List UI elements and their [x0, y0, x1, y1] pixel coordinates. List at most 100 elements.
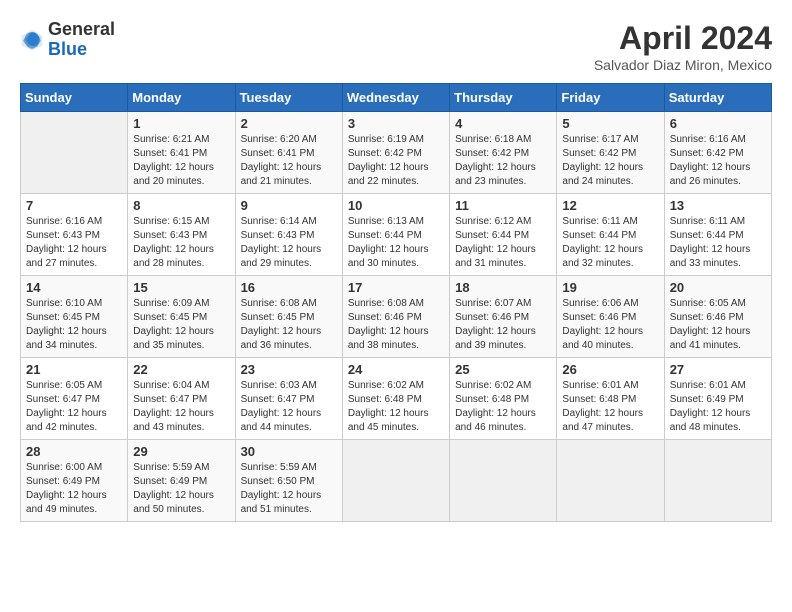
day-info: Sunrise: 6:00 AMSunset: 6:49 PMDaylight:… [26, 461, 122, 517]
day-info: Sunrise: 6:02 AMSunset: 6:48 PMDaylight:… [348, 379, 444, 435]
calendar-week-3: 14 Sunrise: 6:10 AMSunset: 6:45 PMDayligh… [21, 276, 772, 358]
day-number: 1 [133, 116, 229, 131]
calendar-cell: 19 Sunrise: 6:06 AMSunset: 6:46 PMDayligh… [557, 276, 664, 358]
header-cell-wednesday: Wednesday [342, 84, 449, 112]
header: General Blue April 2024 Salvador Diaz Mi… [20, 20, 772, 73]
calendar-cell: 2 Sunrise: 6:20 AMSunset: 6:41 PMDaylight… [235, 112, 342, 194]
day-number: 26 [562, 362, 658, 377]
day-info: Sunrise: 6:16 AMSunset: 6:42 PMDaylight:… [670, 133, 766, 189]
day-info: Sunrise: 6:05 AMSunset: 6:47 PMDaylight:… [26, 379, 122, 435]
day-info: Sunrise: 6:21 AMSunset: 6:41 PMDaylight:… [133, 133, 229, 189]
day-number: 14 [26, 280, 122, 295]
calendar-cell [664, 440, 771, 522]
logo-text: General Blue [48, 20, 115, 60]
calendar-cell: 23 Sunrise: 6:03 AMSunset: 6:47 PMDayligh… [235, 358, 342, 440]
calendar-cell: 17 Sunrise: 6:08 AMSunset: 6:46 PMDayligh… [342, 276, 449, 358]
logo: General Blue [20, 20, 115, 60]
calendar-cell: 5 Sunrise: 6:17 AMSunset: 6:42 PMDaylight… [557, 112, 664, 194]
calendar-cell: 29Sunrise: 5:59 AMSunset: 6:49 PMDayligh… [128, 440, 235, 522]
day-info: Sunrise: 6:06 AMSunset: 6:46 PMDaylight:… [562, 297, 658, 353]
day-number: 10 [348, 198, 444, 213]
day-info: Sunrise: 6:07 AMSunset: 6:46 PMDaylight:… [455, 297, 551, 353]
title-area: April 2024 Salvador Diaz Miron, Mexico [594, 20, 772, 73]
day-number: 25 [455, 362, 551, 377]
day-number: 2 [241, 116, 337, 131]
calendar-cell: 18 Sunrise: 6:07 AMSunset: 6:46 PMDayligh… [450, 276, 557, 358]
calendar-cell: 26Sunrise: 6:01 AMSunset: 6:48 PMDayligh… [557, 358, 664, 440]
day-number: 17 [348, 280, 444, 295]
calendar-cell: 3 Sunrise: 6:19 AMSunset: 6:42 PMDaylight… [342, 112, 449, 194]
calendar-week-5: 28Sunrise: 6:00 AMSunset: 6:49 PMDayligh… [21, 440, 772, 522]
day-number: 18 [455, 280, 551, 295]
calendar-table: SundayMondayTuesdayWednesdayThursdayFrid… [20, 83, 772, 522]
calendar-week-2: 7 Sunrise: 6:16 AMSunset: 6:43 PMDaylight… [21, 194, 772, 276]
calendar-body: 1 Sunrise: 6:21 AMSunset: 6:41 PMDaylight… [21, 112, 772, 522]
header-row: SundayMondayTuesdayWednesdayThursdayFrid… [21, 84, 772, 112]
calendar-cell: 20Sunrise: 6:05 AMSunset: 6:46 PMDayligh… [664, 276, 771, 358]
day-info: Sunrise: 6:09 AMSunset: 6:45 PMDaylight:… [133, 297, 229, 353]
calendar-cell: 15 Sunrise: 6:09 AMSunset: 6:45 PMDayligh… [128, 276, 235, 358]
calendar-cell: 12 Sunrise: 6:11 AMSunset: 6:44 PMDayligh… [557, 194, 664, 276]
calendar-cell [450, 440, 557, 522]
day-info: Sunrise: 6:08 AMSunset: 6:45 PMDaylight:… [241, 297, 337, 353]
day-number: 8 [133, 198, 229, 213]
calendar-cell: 27 Sunrise: 6:01 AMSunset: 6:49 PMDayligh… [664, 358, 771, 440]
day-info: Sunrise: 6:05 AMSunset: 6:46 PMDaylight:… [670, 297, 766, 353]
day-number: 30 [241, 444, 337, 459]
calendar-cell: 1 Sunrise: 6:21 AMSunset: 6:41 PMDaylight… [128, 112, 235, 194]
calendar-header: SundayMondayTuesdayWednesdayThursdayFrid… [21, 84, 772, 112]
header-cell-saturday: Saturday [664, 84, 771, 112]
header-cell-sunday: Sunday [21, 84, 128, 112]
header-cell-tuesday: Tuesday [235, 84, 342, 112]
calendar-cell: 9Sunrise: 6:14 AMSunset: 6:43 PMDaylight… [235, 194, 342, 276]
calendar-cell: 24Sunrise: 6:02 AMSunset: 6:48 PMDayligh… [342, 358, 449, 440]
day-info: Sunrise: 5:59 AMSunset: 6:50 PMDaylight:… [241, 461, 337, 517]
day-number: 11 [455, 198, 551, 213]
day-number: 23 [241, 362, 337, 377]
calendar-cell [342, 440, 449, 522]
day-info: Sunrise: 6:11 AMSunset: 6:44 PMDaylight:… [562, 215, 658, 271]
day-number: 12 [562, 198, 658, 213]
calendar-cell [21, 112, 128, 194]
header-cell-friday: Friday [557, 84, 664, 112]
calendar-cell: 4Sunrise: 6:18 AMSunset: 6:42 PMDaylight… [450, 112, 557, 194]
calendar-cell: 30 Sunrise: 5:59 AMSunset: 6:50 PMDayligh… [235, 440, 342, 522]
day-number: 5 [562, 116, 658, 131]
day-info: Sunrise: 6:17 AMSunset: 6:42 PMDaylight:… [562, 133, 658, 189]
day-number: 13 [670, 198, 766, 213]
day-number: 4 [455, 116, 551, 131]
day-number: 6 [670, 116, 766, 131]
day-info: Sunrise: 5:59 AMSunset: 6:49 PMDaylight:… [133, 461, 229, 517]
calendar-subtitle: Salvador Diaz Miron, Mexico [594, 57, 772, 73]
calendar-cell: 25 Sunrise: 6:02 AMSunset: 6:48 PMDayligh… [450, 358, 557, 440]
calendar-cell: 6 Sunrise: 6:16 AMSunset: 6:42 PMDaylight… [664, 112, 771, 194]
day-number: 21 [26, 362, 122, 377]
day-info: Sunrise: 6:12 AMSunset: 6:44 PMDaylight:… [455, 215, 551, 271]
calendar-cell [557, 440, 664, 522]
day-info: Sunrise: 6:02 AMSunset: 6:48 PMDaylight:… [455, 379, 551, 435]
day-number: 27 [670, 362, 766, 377]
calendar-cell: 22Sunrise: 6:04 AMSunset: 6:47 PMDayligh… [128, 358, 235, 440]
calendar-cell: 13Sunrise: 6:11 AMSunset: 6:44 PMDayligh… [664, 194, 771, 276]
header-cell-monday: Monday [128, 84, 235, 112]
day-info: Sunrise: 6:16 AMSunset: 6:43 PMDaylight:… [26, 215, 122, 271]
calendar-cell: 16Sunrise: 6:08 AMSunset: 6:45 PMDayligh… [235, 276, 342, 358]
day-number: 19 [562, 280, 658, 295]
calendar-cell: 21 Sunrise: 6:05 AMSunset: 6:47 PMDayligh… [21, 358, 128, 440]
day-number: 7 [26, 198, 122, 213]
calendar-week-1: 1 Sunrise: 6:21 AMSunset: 6:41 PMDaylight… [21, 112, 772, 194]
day-info: Sunrise: 6:08 AMSunset: 6:46 PMDaylight:… [348, 297, 444, 353]
day-number: 9 [241, 198, 337, 213]
day-info: Sunrise: 6:20 AMSunset: 6:41 PMDaylight:… [241, 133, 337, 189]
logo-icon [20, 28, 44, 52]
day-info: Sunrise: 6:01 AMSunset: 6:49 PMDaylight:… [670, 379, 766, 435]
day-info: Sunrise: 6:04 AMSunset: 6:47 PMDaylight:… [133, 379, 229, 435]
day-info: Sunrise: 6:19 AMSunset: 6:42 PMDaylight:… [348, 133, 444, 189]
calendar-cell: 11 Sunrise: 6:12 AMSunset: 6:44 PMDayligh… [450, 194, 557, 276]
day-number: 15 [133, 280, 229, 295]
day-info: Sunrise: 6:15 AMSunset: 6:43 PMDaylight:… [133, 215, 229, 271]
day-number: 3 [348, 116, 444, 131]
calendar-cell: 14 Sunrise: 6:10 AMSunset: 6:45 PMDayligh… [21, 276, 128, 358]
day-info: Sunrise: 6:10 AMSunset: 6:45 PMDaylight:… [26, 297, 122, 353]
day-info: Sunrise: 6:03 AMSunset: 6:47 PMDaylight:… [241, 379, 337, 435]
